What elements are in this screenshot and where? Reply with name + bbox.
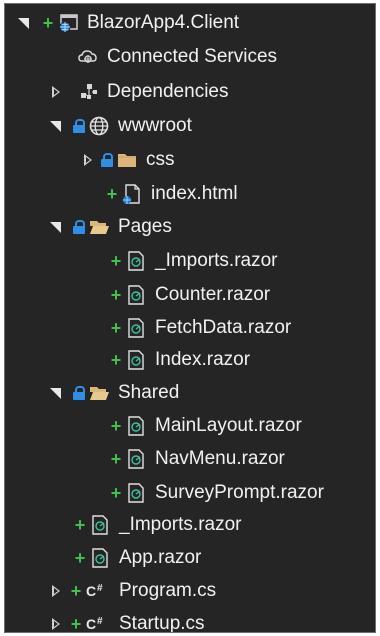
file-label: NavMenu.razor <box>155 448 285 469</box>
expand-arrow-icon[interactable] <box>81 153 95 167</box>
lock-icon <box>73 119 85 133</box>
file-label: Index.razor <box>155 349 251 370</box>
connected-services-icon <box>77 46 99 68</box>
connected-services-label: Connected Services <box>107 46 278 67</box>
expand-arrow-icon[interactable] <box>49 85 63 99</box>
tree-item-razor-file[interactable]: + NavMenu.razor <box>109 444 285 474</box>
tree-item-razor-file[interactable]: + MainLayout.razor <box>109 411 302 441</box>
razor-file-icon <box>125 284 147 306</box>
css-label: css <box>146 149 175 170</box>
pages-label: Pages <box>118 216 172 237</box>
collapse-arrow-icon[interactable] <box>49 220 63 234</box>
svg-text:C: C <box>86 616 96 632</box>
add-icon: + <box>70 580 82 601</box>
tree-item-pages-folder[interactable]: Pages <box>49 212 172 242</box>
tree-item-razor-file[interactable]: + FetchData.razor <box>109 313 292 343</box>
tree-item-connected-services[interactable]: Connected Services <box>77 42 277 72</box>
tree-item-razor-file[interactable]: + Index.razor <box>109 345 250 375</box>
razor-file-icon <box>125 482 147 504</box>
svg-text:C: C <box>86 583 96 599</box>
folder-icon <box>116 149 138 171</box>
globe-icon <box>88 115 110 137</box>
file-label: _Imports.razor <box>155 250 278 271</box>
razor-file-icon <box>125 448 147 470</box>
razor-file-icon <box>125 250 147 272</box>
csharp-file-icon: C # <box>85 580 111 602</box>
add-icon: + <box>110 448 122 469</box>
svg-text:#: # <box>97 616 103 627</box>
tree-item-project[interactable]: + BlazorApp4.Client <box>17 8 239 38</box>
add-icon: + <box>106 183 118 204</box>
expand-arrow-icon[interactable] <box>49 584 63 598</box>
add-icon: + <box>70 613 82 633</box>
lock-icon <box>73 386 85 400</box>
shared-label: Shared <box>118 382 180 403</box>
file-label: SurveyPrompt.razor <box>155 482 324 503</box>
html-file-icon <box>121 183 143 205</box>
razor-file-icon <box>125 349 147 371</box>
file-label: FetchData.razor <box>155 317 292 338</box>
collapse-arrow-icon[interactable] <box>49 386 63 400</box>
razor-file-icon <box>89 547 111 569</box>
add-icon: + <box>110 482 122 503</box>
add-icon: + <box>110 415 122 436</box>
tree-item-wwwroot[interactable]: wwwroot <box>49 111 192 141</box>
collapse-arrow-icon[interactable] <box>17 16 31 30</box>
tree-item-razor-file[interactable]: + _Imports.razor <box>73 510 242 540</box>
tree-item-css[interactable]: css <box>81 145 175 175</box>
lock-icon <box>101 153 113 167</box>
add-icon: + <box>74 547 86 568</box>
file-label: MainLayout.razor <box>155 415 302 436</box>
tree-item-csharp-file[interactable]: + C # Startup.cs <box>49 609 205 633</box>
svg-text:#: # <box>97 583 103 594</box>
add-icon: + <box>110 317 122 338</box>
add-icon: + <box>42 12 54 33</box>
razor-file-icon <box>125 415 147 437</box>
tree-item-razor-file[interactable]: + _Imports.razor <box>109 246 278 276</box>
razor-file-icon <box>89 514 111 536</box>
file-label: _Imports.razor <box>119 514 242 535</box>
folder-open-icon <box>88 382 110 404</box>
tree-item-dependencies[interactable]: Dependencies <box>49 77 228 107</box>
file-label: App.razor <box>119 547 202 568</box>
solution-explorer-tree: + BlazorApp4.Client Connected Services D… <box>4 3 376 633</box>
lock-icon <box>73 220 85 234</box>
wwwroot-label: wwwroot <box>118 115 192 136</box>
dependencies-icon <box>77 81 99 103</box>
razor-file-icon <box>125 317 147 339</box>
file-label: Startup.cs <box>119 613 205 633</box>
add-icon: + <box>110 349 122 370</box>
tree-item-razor-file[interactable]: + Counter.razor <box>109 280 270 310</box>
folder-open-icon <box>88 216 110 238</box>
tree-item-index-html[interactable]: + index.html <box>105 179 238 209</box>
file-label: Counter.razor <box>155 284 271 305</box>
collapse-arrow-icon[interactable] <box>49 119 63 133</box>
add-icon: + <box>74 514 86 535</box>
tree-item-razor-file[interactable]: + App.razor <box>73 543 202 573</box>
expand-arrow-icon[interactable] <box>49 617 63 631</box>
tree-item-csharp-file[interactable]: + C # Program.cs <box>49 576 216 606</box>
tree-item-shared-folder[interactable]: Shared <box>49 378 179 408</box>
csharp-file-icon: C # <box>85 613 111 632</box>
web-project-icon <box>57 12 79 34</box>
add-icon: + <box>110 250 122 271</box>
project-name: BlazorApp4.Client <box>87 12 240 33</box>
index-html-label: index.html <box>151 183 238 204</box>
dependencies-label: Dependencies <box>107 81 229 102</box>
file-label: Program.cs <box>119 580 217 601</box>
tree-item-razor-file[interactable]: + SurveyPrompt.razor <box>109 478 324 508</box>
add-icon: + <box>110 284 122 305</box>
